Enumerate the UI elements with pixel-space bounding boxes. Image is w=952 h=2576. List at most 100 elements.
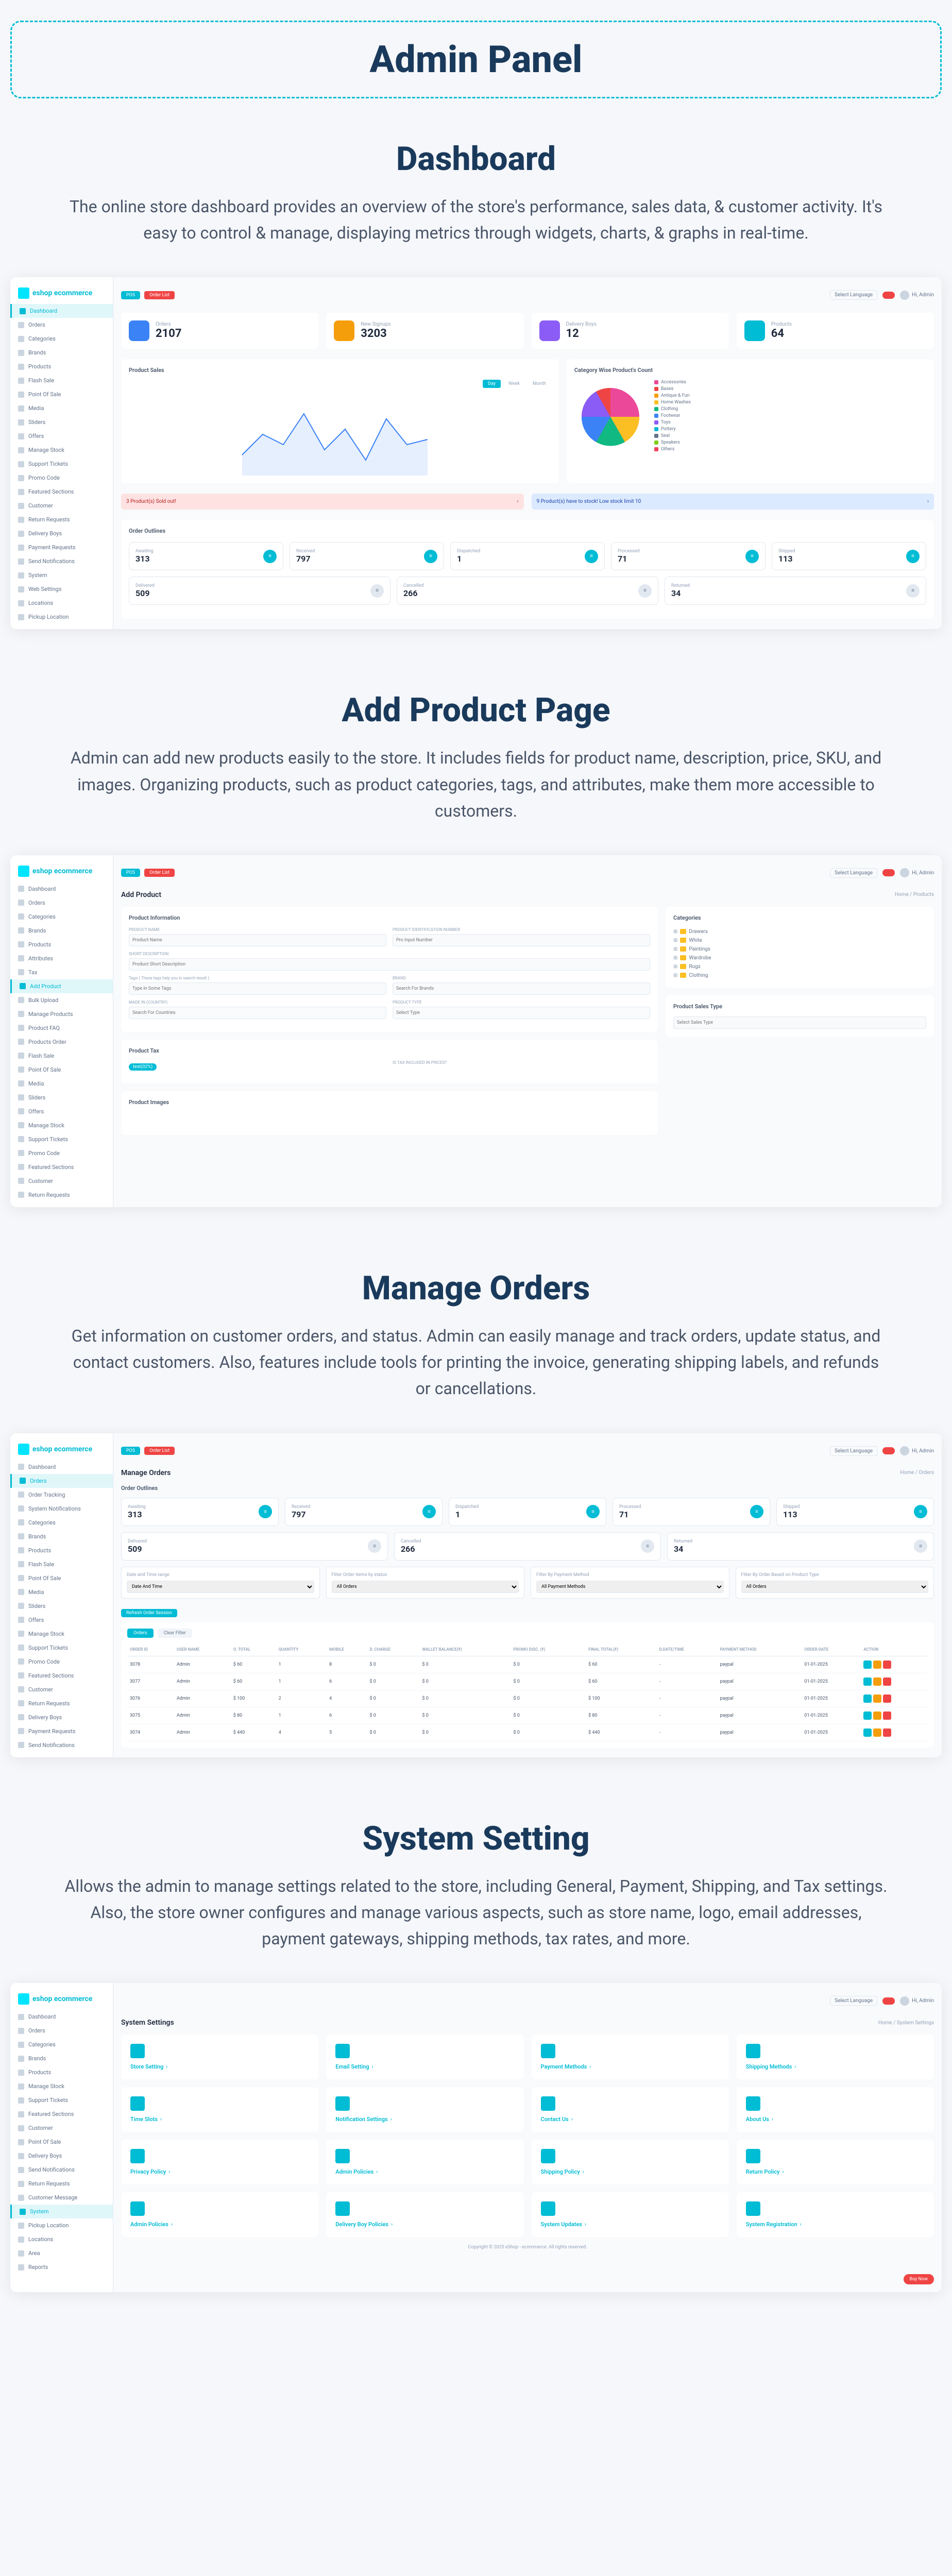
sidebar-item[interactable]: Orders [10,896,113,910]
filter-select[interactable]: All Orders [741,1581,929,1593]
outline-card[interactable]: Delivered509≡ [129,577,390,605]
outline-card[interactable]: Delivered509≡ [121,1532,388,1561]
language-select[interactable]: Select Language [830,290,877,300]
sales-type-select[interactable] [673,1016,926,1029]
outline-card[interactable]: Awaiting313≡ [129,542,283,570]
setting-card[interactable]: Admin Policies › [121,2192,318,2237]
sidebar-item[interactable]: Tax [10,965,113,979]
alert-soldout[interactable]: 3 Product(s) Sold out!› [121,494,524,510]
language-select[interactable]: Select Language [830,1446,877,1456]
category-tree-item[interactable]: ⊞Rugs [673,962,926,971]
brand-input[interactable] [393,982,650,995]
outline-card[interactable]: Cancelled266≡ [397,577,658,605]
chart-tab[interactable]: Month [528,380,551,388]
sidebar-item[interactable]: Attributes [10,952,113,965]
sidebar-item[interactable]: Featured Sections [10,1669,113,1683]
chart-tab[interactable]: Day [483,380,501,388]
sidebar-item[interactable]: Add Product [10,979,113,993]
sidebar-item[interactable]: Promo Code [10,1655,113,1669]
sidebar-item[interactable]: Customer [10,2121,113,2135]
delete-icon[interactable] [883,1660,891,1669]
edit-icon[interactable] [863,1728,872,1737]
orderlist-pill[interactable]: Order List [144,1447,175,1455]
sidebar-item[interactable]: Dashboard [10,1460,113,1474]
sidebar-item[interactable]: Products [10,938,113,952]
outline-card[interactable]: Processed71≡ [611,542,766,570]
sidebar-item[interactable]: Product FAQ [10,1021,113,1035]
sidebar-item[interactable]: Return Requests [10,2177,113,2191]
sidebar-item[interactable]: Categories [10,910,113,924]
sidebar-item[interactable]: Customer [10,499,113,513]
edit-icon[interactable] [863,1677,872,1686]
sidebar-item[interactable]: Media [10,1077,113,1091]
pos-pill[interactable]: POS [121,1447,140,1455]
filter-select[interactable]: All Orders [332,1581,519,1593]
sidebar-item[interactable]: Brands [10,924,113,938]
sidebar-item[interactable]: Sliders [10,1091,113,1105]
category-tree-item[interactable]: ⊞Wardrobe [673,954,926,962]
sidebar-item[interactable]: Return Requests [10,1697,113,1710]
admin-badge[interactable]: Hi, Admin [900,291,934,300]
outline-card[interactable]: Returned34≡ [665,577,926,605]
setting-card[interactable]: Admin Policies › [326,2140,523,2184]
sidebar-item[interactable]: Brands [10,1530,113,1544]
admin-badge[interactable]: Hi, Admin [900,868,934,877]
sidebar-item[interactable]: Categories [10,1516,113,1530]
sidebar-item[interactable]: Flash Sale [10,1049,113,1063]
pos-pill[interactable]: POS [121,869,140,877]
sidebar-item[interactable]: Products Order [10,1035,113,1049]
sidebar-item[interactable]: Sliders [10,415,113,429]
setting-card[interactable]: Contact Us › [532,2087,729,2132]
delete-icon[interactable] [883,1677,891,1686]
view-icon[interactable] [873,1694,881,1703]
category-tree-item[interactable]: ⊞Clothing [673,971,926,980]
sidebar-item[interactable]: Orders [10,2024,113,2038]
sidebar-item[interactable]: Point Of Sale [10,1571,113,1585]
sidebar-item[interactable]: Point Of Sale [10,2135,113,2149]
outline-card[interactable]: Shipped113≡ [776,1498,934,1526]
alert-lowstock[interactable]: 9 Product(s) have to stock! Low stock li… [532,494,934,510]
sidebar-item[interactable]: Delivery Boys [10,527,113,540]
sidebar-item[interactable]: Featured Sections [10,1160,113,1174]
sidebar-item[interactable]: Web Settings [10,582,113,596]
sidebar-item[interactable]: Manage Products [10,1007,113,1021]
sidebar-item[interactable]: Reports [10,2260,113,2274]
delete-icon[interactable] [883,1728,891,1737]
outline-card[interactable]: Cancelled266≡ [394,1532,661,1561]
sidebar-item[interactable]: Payment Requests [10,1724,113,1738]
sidebar-item[interactable]: Offers [10,429,113,443]
delete-icon[interactable] [883,1694,891,1703]
sidebar-item[interactable]: Flash Sale [10,1557,113,1571]
sidebar-item[interactable]: Media [10,1585,113,1599]
setting-card[interactable]: Notification Settings › [326,2087,523,2132]
table-tab[interactable]: Orders [127,1629,154,1638]
category-tree-item[interactable]: ⊞Drawers [673,927,926,936]
sidebar-item[interactable]: Products [10,1544,113,1557]
sidebar-item[interactable]: Promo Code [10,471,113,485]
sidebar-item[interactable]: Customer [10,1174,113,1188]
sidebar-item[interactable]: Return Requests [10,513,113,527]
filter-select[interactable]: All Payment Methods [536,1581,724,1593]
outline-card[interactable]: Shipped113≡ [772,542,926,570]
language-select[interactable]: Select Language [830,868,877,878]
setting-card[interactable]: Privacy Policy › [121,2140,318,2184]
sidebar-item[interactable]: Bulk Upload [10,993,113,1007]
sidebar-item[interactable]: Dashboard [10,882,113,896]
outline-card[interactable]: Received797≡ [285,1498,443,1526]
toggle-icon[interactable] [882,292,895,299]
setting-card[interactable]: Time Slots › [121,2087,318,2132]
sidebar-item[interactable]: Point Of Sale [10,387,113,401]
toggle-icon[interactable] [882,1997,895,2005]
sidebar-item[interactable]: Send Notifications [10,554,113,568]
sidebar-item[interactable]: Locations [10,2232,113,2246]
product-name-input[interactable] [129,934,386,946]
view-icon[interactable] [873,1677,881,1686]
sidebar-item[interactable]: Flash Sale [10,374,113,387]
pos-pill[interactable]: POS [121,291,140,299]
sidebar-item[interactable]: Manage Stock [10,2079,113,2093]
sidebar-item[interactable]: Promo Code [10,1146,113,1160]
sidebar-item[interactable]: Dashboard [10,304,113,318]
sidebar-item[interactable]: Support Tickets [10,2093,113,2107]
type-input[interactable] [393,1007,650,1019]
filter-select[interactable]: Date And Time [127,1581,314,1593]
